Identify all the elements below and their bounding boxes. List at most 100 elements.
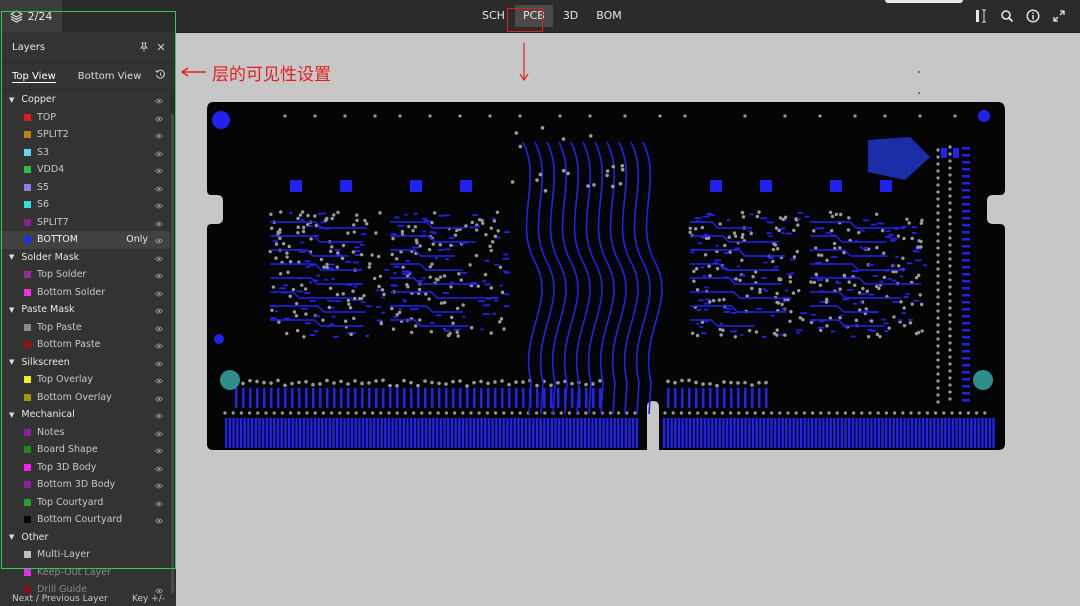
caret-down-icon[interactable]: ▼: [9, 253, 14, 261]
layer-row-split7[interactable]: SPLIT7: [0, 214, 176, 232]
eye-icon[interactable]: [154, 271, 164, 282]
layer-row-notes[interactable]: Notes: [0, 424, 176, 442]
layer-color-swatch[interactable]: [24, 113, 31, 121]
eye-icon[interactable]: [154, 114, 164, 125]
layer-color-swatch[interactable]: [24, 131, 31, 139]
eye-icon[interactable]: [154, 446, 164, 457]
layer-row-s6[interactable]: S6: [0, 196, 176, 214]
layer-color-swatch[interactable]: [24, 568, 31, 576]
eye-icon[interactable]: [154, 481, 164, 492]
layer-color-swatch[interactable]: [24, 481, 31, 489]
layer-row-multi-layer[interactable]: Multi-Layer: [0, 546, 176, 564]
layer-group-other[interactable]: ▼ Other: [0, 529, 176, 547]
layer-row-top-paste[interactable]: Top Paste: [0, 319, 176, 337]
layer-group-paste-mask[interactable]: ▼ Paste Mask: [0, 301, 176, 319]
layer-group-mechanical[interactable]: ▼ Mechanical: [0, 406, 176, 424]
layer-row-keep-out-layer[interactable]: Keep-Out Layer: [0, 564, 176, 582]
eye-icon[interactable]: [154, 411, 164, 422]
layer-row-top-solder[interactable]: Top Solder: [0, 266, 176, 284]
eye-icon[interactable]: [154, 516, 164, 527]
layer-group-copper[interactable]: ▼ Copper: [0, 91, 176, 109]
eye-icon[interactable]: [154, 236, 164, 247]
layer-group-silkscreen[interactable]: ▼ Silkscreen: [0, 354, 176, 372]
tab-top-view[interactable]: Top View: [12, 71, 56, 82]
layer-color-swatch[interactable]: [24, 446, 31, 454]
caret-down-icon[interactable]: ▼: [9, 96, 14, 104]
layer-row-board-shape[interactable]: Board Shape: [0, 441, 176, 459]
layer-color-swatch[interactable]: [24, 148, 31, 156]
pin-icon[interactable]: [139, 42, 149, 52]
layer-row-bottom-3d-body[interactable]: Bottom 3D Body: [0, 476, 176, 494]
reset-icon[interactable]: [155, 69, 166, 80]
layer-row-bottom[interactable]: BOTTOM Only: [0, 231, 176, 249]
info-icon[interactable]: [1022, 5, 1044, 27]
layer-row-bottom-solder[interactable]: Bottom Solder: [0, 284, 176, 302]
eye-icon[interactable]: [154, 96, 164, 107]
eye-icon[interactable]: [154, 201, 164, 212]
layer-row-top-courtyard[interactable]: Top Courtyard: [0, 494, 176, 512]
eye-icon[interactable]: [154, 289, 164, 300]
layer-row-vdd4[interactable]: VDD4: [0, 161, 176, 179]
layer-color-swatch[interactable]: [24, 236, 31, 244]
layer-row-top[interactable]: TOP: [0, 109, 176, 127]
eye-icon[interactable]: [154, 184, 164, 195]
trace-segment: [767, 257, 775, 259]
layer-color-swatch[interactable]: [24, 218, 31, 226]
caret-down-icon[interactable]: ▼: [9, 411, 14, 419]
layer-color-swatch[interactable]: [24, 428, 31, 436]
search-icon[interactable]: [996, 5, 1018, 27]
layer-row-s5[interactable]: S5: [0, 179, 176, 197]
caret-down-icon[interactable]: ▼: [9, 533, 14, 541]
layer-color-swatch[interactable]: [24, 341, 31, 349]
caret-down-icon[interactable]: ▼: [9, 358, 14, 366]
eye-icon[interactable]: [154, 464, 164, 475]
layer-color-swatch[interactable]: [24, 201, 31, 209]
layer-color-swatch[interactable]: [24, 551, 31, 559]
via: [355, 213, 359, 217]
layer-row-top-3d-body[interactable]: Top 3D Body: [0, 459, 176, 477]
measure-icon[interactable]: [970, 5, 992, 27]
tab-bottom-view[interactable]: Bottom View: [78, 71, 142, 82]
fullscreen-icon[interactable]: [1048, 5, 1070, 27]
eye-icon[interactable]: [154, 306, 164, 317]
pcb-board[interactable]: [205, 102, 1010, 452]
layer-color-swatch[interactable]: [24, 271, 31, 279]
layer-color-swatch[interactable]: [24, 498, 31, 506]
eye-icon[interactable]: [154, 341, 164, 352]
layer-color-swatch[interactable]: [24, 463, 31, 471]
eye-icon[interactable]: [154, 149, 164, 160]
layer-color-swatch[interactable]: [24, 323, 31, 331]
eye-icon[interactable]: [154, 219, 164, 230]
eye-icon[interactable]: [154, 166, 164, 177]
page-indicator[interactable]: 2/24: [0, 0, 62, 32]
layer-row-s3[interactable]: S3: [0, 144, 176, 162]
eye-icon[interactable]: [154, 324, 164, 335]
eye-icon[interactable]: [154, 254, 164, 265]
eye-icon[interactable]: [154, 131, 164, 142]
layer-color-swatch[interactable]: [24, 288, 31, 296]
tab-bom[interactable]: BOM: [588, 5, 630, 27]
eye-icon[interactable]: [154, 359, 164, 370]
scrollbar-thumb[interactable]: [171, 114, 174, 594]
only-button[interactable]: Only: [126, 234, 148, 245]
pcb-canvas[interactable]: [205, 102, 1010, 456]
close-icon[interactable]: [157, 43, 165, 51]
layer-group-solder-mask[interactable]: ▼ Solder Mask: [0, 249, 176, 267]
layer-color-swatch[interactable]: [24, 376, 31, 384]
eye-icon[interactable]: [154, 429, 164, 440]
eye-icon[interactable]: [154, 394, 164, 405]
layer-color-swatch[interactable]: [24, 516, 31, 524]
layer-color-swatch[interactable]: [24, 166, 31, 174]
layer-row-bottom-courtyard[interactable]: Bottom Courtyard: [0, 511, 176, 529]
layer-row-top-overlay[interactable]: Top Overlay: [0, 371, 176, 389]
caret-down-icon[interactable]: ▼: [9, 306, 14, 314]
layer-color-swatch[interactable]: [24, 393, 31, 401]
tab-3d[interactable]: 3D: [555, 5, 586, 27]
window-drag-handle[interactable]: [885, 0, 963, 3]
layer-row-bottom-overlay[interactable]: Bottom Overlay: [0, 389, 176, 407]
layer-row-bottom-paste[interactable]: Bottom Paste: [0, 336, 176, 354]
eye-icon[interactable]: [154, 499, 164, 510]
layer-color-swatch[interactable]: [24, 183, 31, 191]
layer-row-split2[interactable]: SPLIT2: [0, 126, 176, 144]
eye-icon[interactable]: [154, 376, 164, 387]
